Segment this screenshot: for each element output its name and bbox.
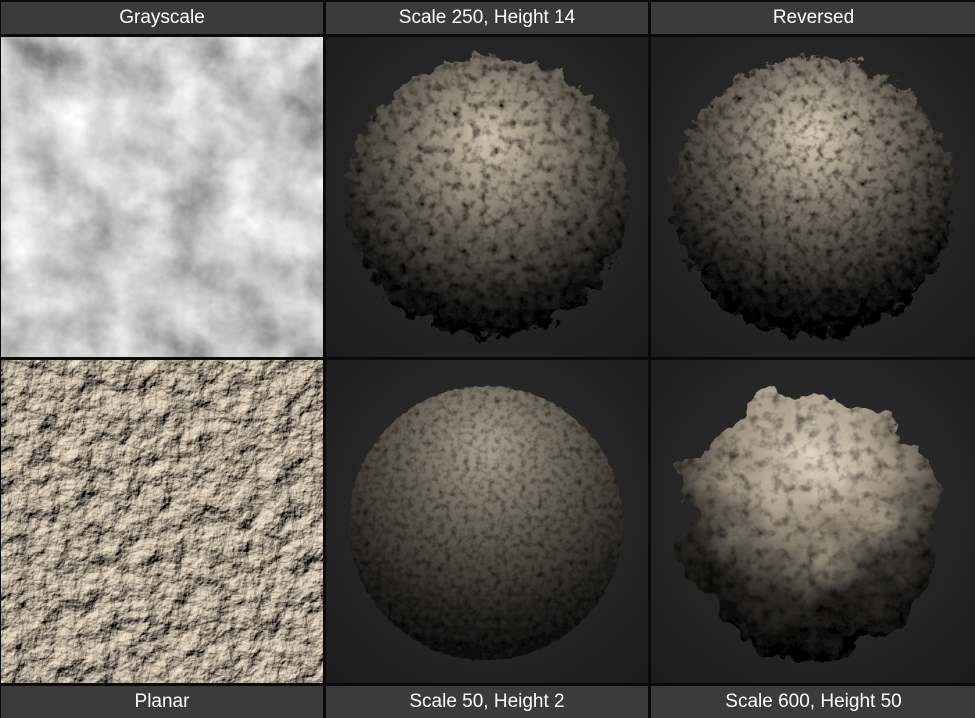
sphere-render-scale-250 [326,37,648,357]
label-scale-250-height-14: Scale 250, Height 14 [326,2,648,34]
sphere-render-scale-50 [326,360,648,683]
sphere-render-scale-600 [651,360,975,683]
comparison-grid: Grayscale Scale 250, Height 14 Reversed [0,0,975,718]
label-scale-50-height-2: Scale 50, Height 2 [326,686,648,718]
label-grayscale: Grayscale [1,2,323,34]
grayscale-noise-image [1,37,323,357]
label-scale-600-height-50: Scale 600, Height 50 [651,686,975,718]
planar-displacement-image [1,360,323,683]
label-planar: Planar [1,686,323,718]
label-reversed: Reversed [651,2,975,34]
sphere-render-reversed [651,37,975,357]
